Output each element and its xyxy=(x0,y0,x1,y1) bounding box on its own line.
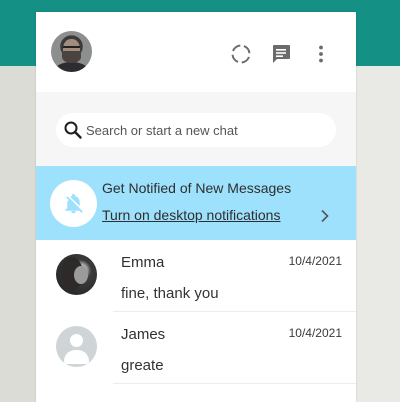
notification-title: Get Notified of New Messages xyxy=(102,180,292,196)
notification-icon-badge xyxy=(50,180,97,227)
conversation-header-band xyxy=(356,0,400,66)
user-avatar[interactable] xyxy=(51,31,92,72)
chat-contact-name: James xyxy=(121,326,166,343)
chat-list-panel: Get Notified of New Messages Turn on des… xyxy=(36,12,356,402)
panel-header xyxy=(36,12,356,92)
avatar-glasses xyxy=(63,46,80,51)
default-avatar-icon xyxy=(56,326,97,367)
search-area xyxy=(36,92,356,166)
new-chat-icon[interactable] xyxy=(269,42,293,66)
chat-timestamp: 10/4/2021 xyxy=(288,326,342,340)
avatar-shirt xyxy=(55,62,88,72)
chat-last-message: fine, thank you xyxy=(121,285,219,302)
chat-item-emma[interactable]: Emma 10/4/2021 fine, thank you xyxy=(36,240,356,312)
chat-last-message: greate xyxy=(121,357,164,374)
search-input[interactable] xyxy=(86,113,326,147)
notification-banner[interactable]: Get Notified of New Messages Turn on des… xyxy=(36,166,356,240)
search-box xyxy=(56,113,336,147)
avatar-beard xyxy=(62,51,81,63)
app-background-left xyxy=(0,66,36,402)
avatar-body xyxy=(64,350,89,364)
conversation-background xyxy=(356,0,400,402)
avatar-face xyxy=(74,266,88,284)
chat-timestamp: 10/4/2021 xyxy=(288,254,342,268)
search-icon[interactable] xyxy=(63,120,83,140)
chat-divider xyxy=(113,383,356,384)
contact-avatar-emma xyxy=(56,254,97,295)
status-icon[interactable] xyxy=(229,42,253,66)
chevron-right-icon[interactable] xyxy=(317,208,333,224)
chat-item-james[interactable]: James 10/4/2021 greate xyxy=(36,312,356,384)
bell-off-icon xyxy=(65,193,83,214)
chat-contact-name: Emma xyxy=(121,254,165,271)
notification-enable-link[interactable]: Turn on desktop notifications xyxy=(102,207,280,223)
menu-icon[interactable] xyxy=(309,42,333,66)
avatar-head xyxy=(70,334,83,347)
